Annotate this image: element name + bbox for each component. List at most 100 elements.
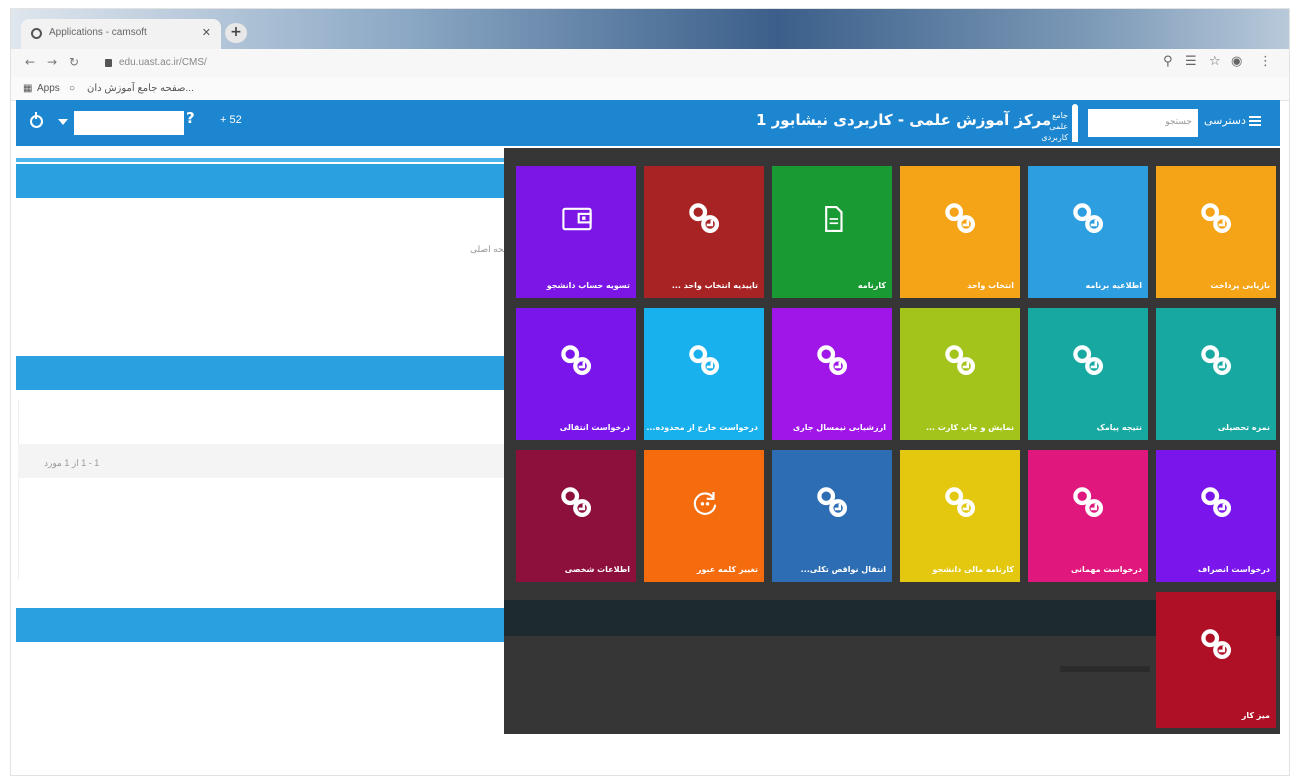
menu-tile[interactable]: اطلاعیه برنامه: [1028, 166, 1148, 298]
menu-tile-label: تسویه حساب دانشجو: [546, 281, 630, 290]
address-bar[interactable]: edu.uast.ac.ir/CMS/: [101, 53, 1141, 73]
link-icon: [1072, 486, 1106, 520]
app-header: ? + 52 مرکز آموزش علمی - کاربردی نیشابور…: [16, 100, 1280, 146]
university-logo: جامع علمی کاربردی: [1034, 104, 1086, 142]
menu-tile-label: درخواست انتقالی: [559, 423, 630, 432]
close-tab-icon[interactable]: ✕: [202, 26, 211, 39]
reload-icon[interactable]: ↻: [69, 55, 79, 69]
menu-tile-label: کارنامه: [857, 281, 886, 290]
link-icon: [688, 202, 722, 236]
apps-grid-icon[interactable]: ▦: [23, 83, 32, 94]
link-icon: [816, 486, 850, 520]
link-icon: [1200, 344, 1234, 378]
section-bar-3: [16, 608, 516, 642]
header-counter: + 52: [220, 114, 242, 126]
menu-tile[interactable]: میز کار: [1156, 592, 1276, 728]
link-icon: [560, 344, 594, 378]
logo-text: جامع علمی کاربردی: [1041, 111, 1068, 142]
more-menu-icon[interactable]: ⋮: [1259, 54, 1272, 69]
globe-icon: ○: [69, 83, 76, 94]
translate-icon[interactable]: ☰: [1185, 54, 1197, 69]
menu-tile[interactable]: درخواست مهمانی: [1028, 450, 1148, 582]
bookmarks-bar: ▦ Apps ○ صفحه جامع آموزش ‌دان...: [11, 77, 1289, 101]
star-icon[interactable]: ☆: [1209, 54, 1221, 69]
menu-tile-label: نتیجه پیامک: [1096, 423, 1142, 432]
link-icon: [688, 344, 722, 378]
link-icon: [944, 202, 978, 236]
menu-tile[interactable]: نمره تحصیلی: [1156, 308, 1276, 440]
tab-title: Applications - camsoft: [49, 27, 147, 38]
logo-mark-icon: [1072, 104, 1078, 142]
link-icon: [560, 486, 594, 520]
new-tab-button[interactable]: +: [225, 23, 247, 43]
panel-border: [18, 400, 19, 580]
bookmark-apps[interactable]: Apps: [37, 83, 60, 94]
link-icon: [1072, 202, 1106, 236]
wallet-icon: [560, 202, 594, 236]
menu-tile[interactable]: بازیابی پرداخت: [1156, 166, 1276, 298]
menu-tile-label: انتخاب واحد: [967, 281, 1014, 290]
menu-tile[interactable]: تسویه حساب دانشجو: [516, 166, 636, 298]
link-icon: [1200, 628, 1234, 662]
profile-icon[interactable]: ◉: [1231, 54, 1242, 69]
menu-tile-label: اطلاعیه برنامه: [1085, 281, 1142, 290]
hamburger-icon: [1248, 116, 1261, 126]
menu-tile[interactable]: انتقال نواقص تکلی...: [772, 450, 892, 582]
link-icon: [1200, 202, 1234, 236]
search-placeholder: جستجو: [1165, 117, 1192, 127]
menu-tile[interactable]: ارزشیابی نیمسال جاری: [772, 308, 892, 440]
browser-tab[interactable]: Applications - camsoft ✕: [21, 19, 221, 49]
help-icon[interactable]: ?: [186, 109, 195, 127]
search-input[interactable]: جستجو: [1088, 109, 1198, 137]
menu-tile[interactable]: تغییر کلمه عبور: [644, 450, 764, 582]
bookmark-portal[interactable]: صفحه جامع آموزش ‌دان...: [87, 83, 194, 94]
menu-tile-label: تغییر کلمه عبور: [696, 565, 758, 574]
link-icon: [944, 486, 978, 520]
back-arrow-icon[interactable]: ←: [25, 55, 35, 69]
menu-tile-label: درخواست خارج از محدوده...: [646, 423, 758, 432]
menu-tile-label: ارزشیابی نیمسال جاری: [792, 423, 886, 432]
menu-tile-label: اطلاعات شخصی: [564, 565, 630, 574]
pagination-text: 1 - 1 از 1 مورد: [44, 458, 100, 468]
link-icon: [1072, 344, 1106, 378]
app-title: مرکز آموزش علمی - کاربردی نیشابور 1: [756, 111, 1052, 129]
menu-tile-label: میز کار: [1241, 711, 1270, 720]
link-icon: [944, 344, 978, 378]
access-menu-label: دسترسی: [1204, 114, 1246, 127]
menu-tile-label: درخواست مهمانی: [1070, 565, 1142, 574]
menu-tile-label: نمایش و چاپ کارت ...: [925, 423, 1014, 432]
power-icon[interactable]: [30, 112, 43, 128]
menu-tile-label: تاییدیه انتخاب واحد ...: [671, 281, 758, 290]
access-menu-button[interactable]: دسترسی: [1204, 114, 1261, 127]
key-icon[interactable]: ⚲: [1163, 54, 1173, 69]
menu-tile[interactable]: درخواست خارج از محدوده...: [644, 308, 764, 440]
user-name-box[interactable]: [74, 111, 184, 135]
menu-tile[interactable]: کارنامه: [772, 166, 892, 298]
address-toolbar: ← → ↻ edu.uast.ac.ir/CMS/ ⚲ ☰ ☆ ◉ ⋮: [11, 49, 1289, 77]
document-icon: [816, 202, 850, 236]
link-icon: [1200, 486, 1234, 520]
menu-tile[interactable]: نمایش و چاپ کارت ...: [900, 308, 1020, 440]
url-text: edu.uast.ac.ir/CMS/: [119, 57, 207, 68]
menu-tile[interactable]: درخواست انصراف: [1156, 450, 1276, 582]
overlay-faint-text: [1060, 666, 1150, 672]
menu-tile-label: کارنامه مالی دانشجو: [932, 565, 1014, 574]
section-topline: [16, 158, 516, 162]
chevron-down-icon[interactable]: [58, 119, 68, 125]
menu-tile[interactable]: کارنامه مالی دانشجو: [900, 450, 1020, 582]
menu-tile[interactable]: درخواست انتقالی: [516, 308, 636, 440]
menu-tile[interactable]: اطلاعات شخصی: [516, 450, 636, 582]
refresh-icon: [688, 486, 722, 520]
menu-tile-label: انتقال نواقص تکلی...: [800, 565, 886, 574]
menu-tile-label: نمره تحصیلی: [1217, 423, 1270, 432]
favicon-icon: [31, 28, 42, 39]
section-bar-1: [16, 164, 516, 198]
menu-tile[interactable]: انتخاب واحد: [900, 166, 1020, 298]
section-bar-2: [16, 356, 516, 390]
tab-strip: Applications - camsoft ✕ +: [11, 9, 1289, 49]
forward-arrow-icon[interactable]: →: [47, 55, 57, 69]
menu-tile-label: درخواست انصراف: [1198, 565, 1270, 574]
lock-icon: [105, 59, 112, 67]
menu-tile[interactable]: تاییدیه انتخاب واحد ...: [644, 166, 764, 298]
menu-tile[interactable]: نتیجه پیامک: [1028, 308, 1148, 440]
